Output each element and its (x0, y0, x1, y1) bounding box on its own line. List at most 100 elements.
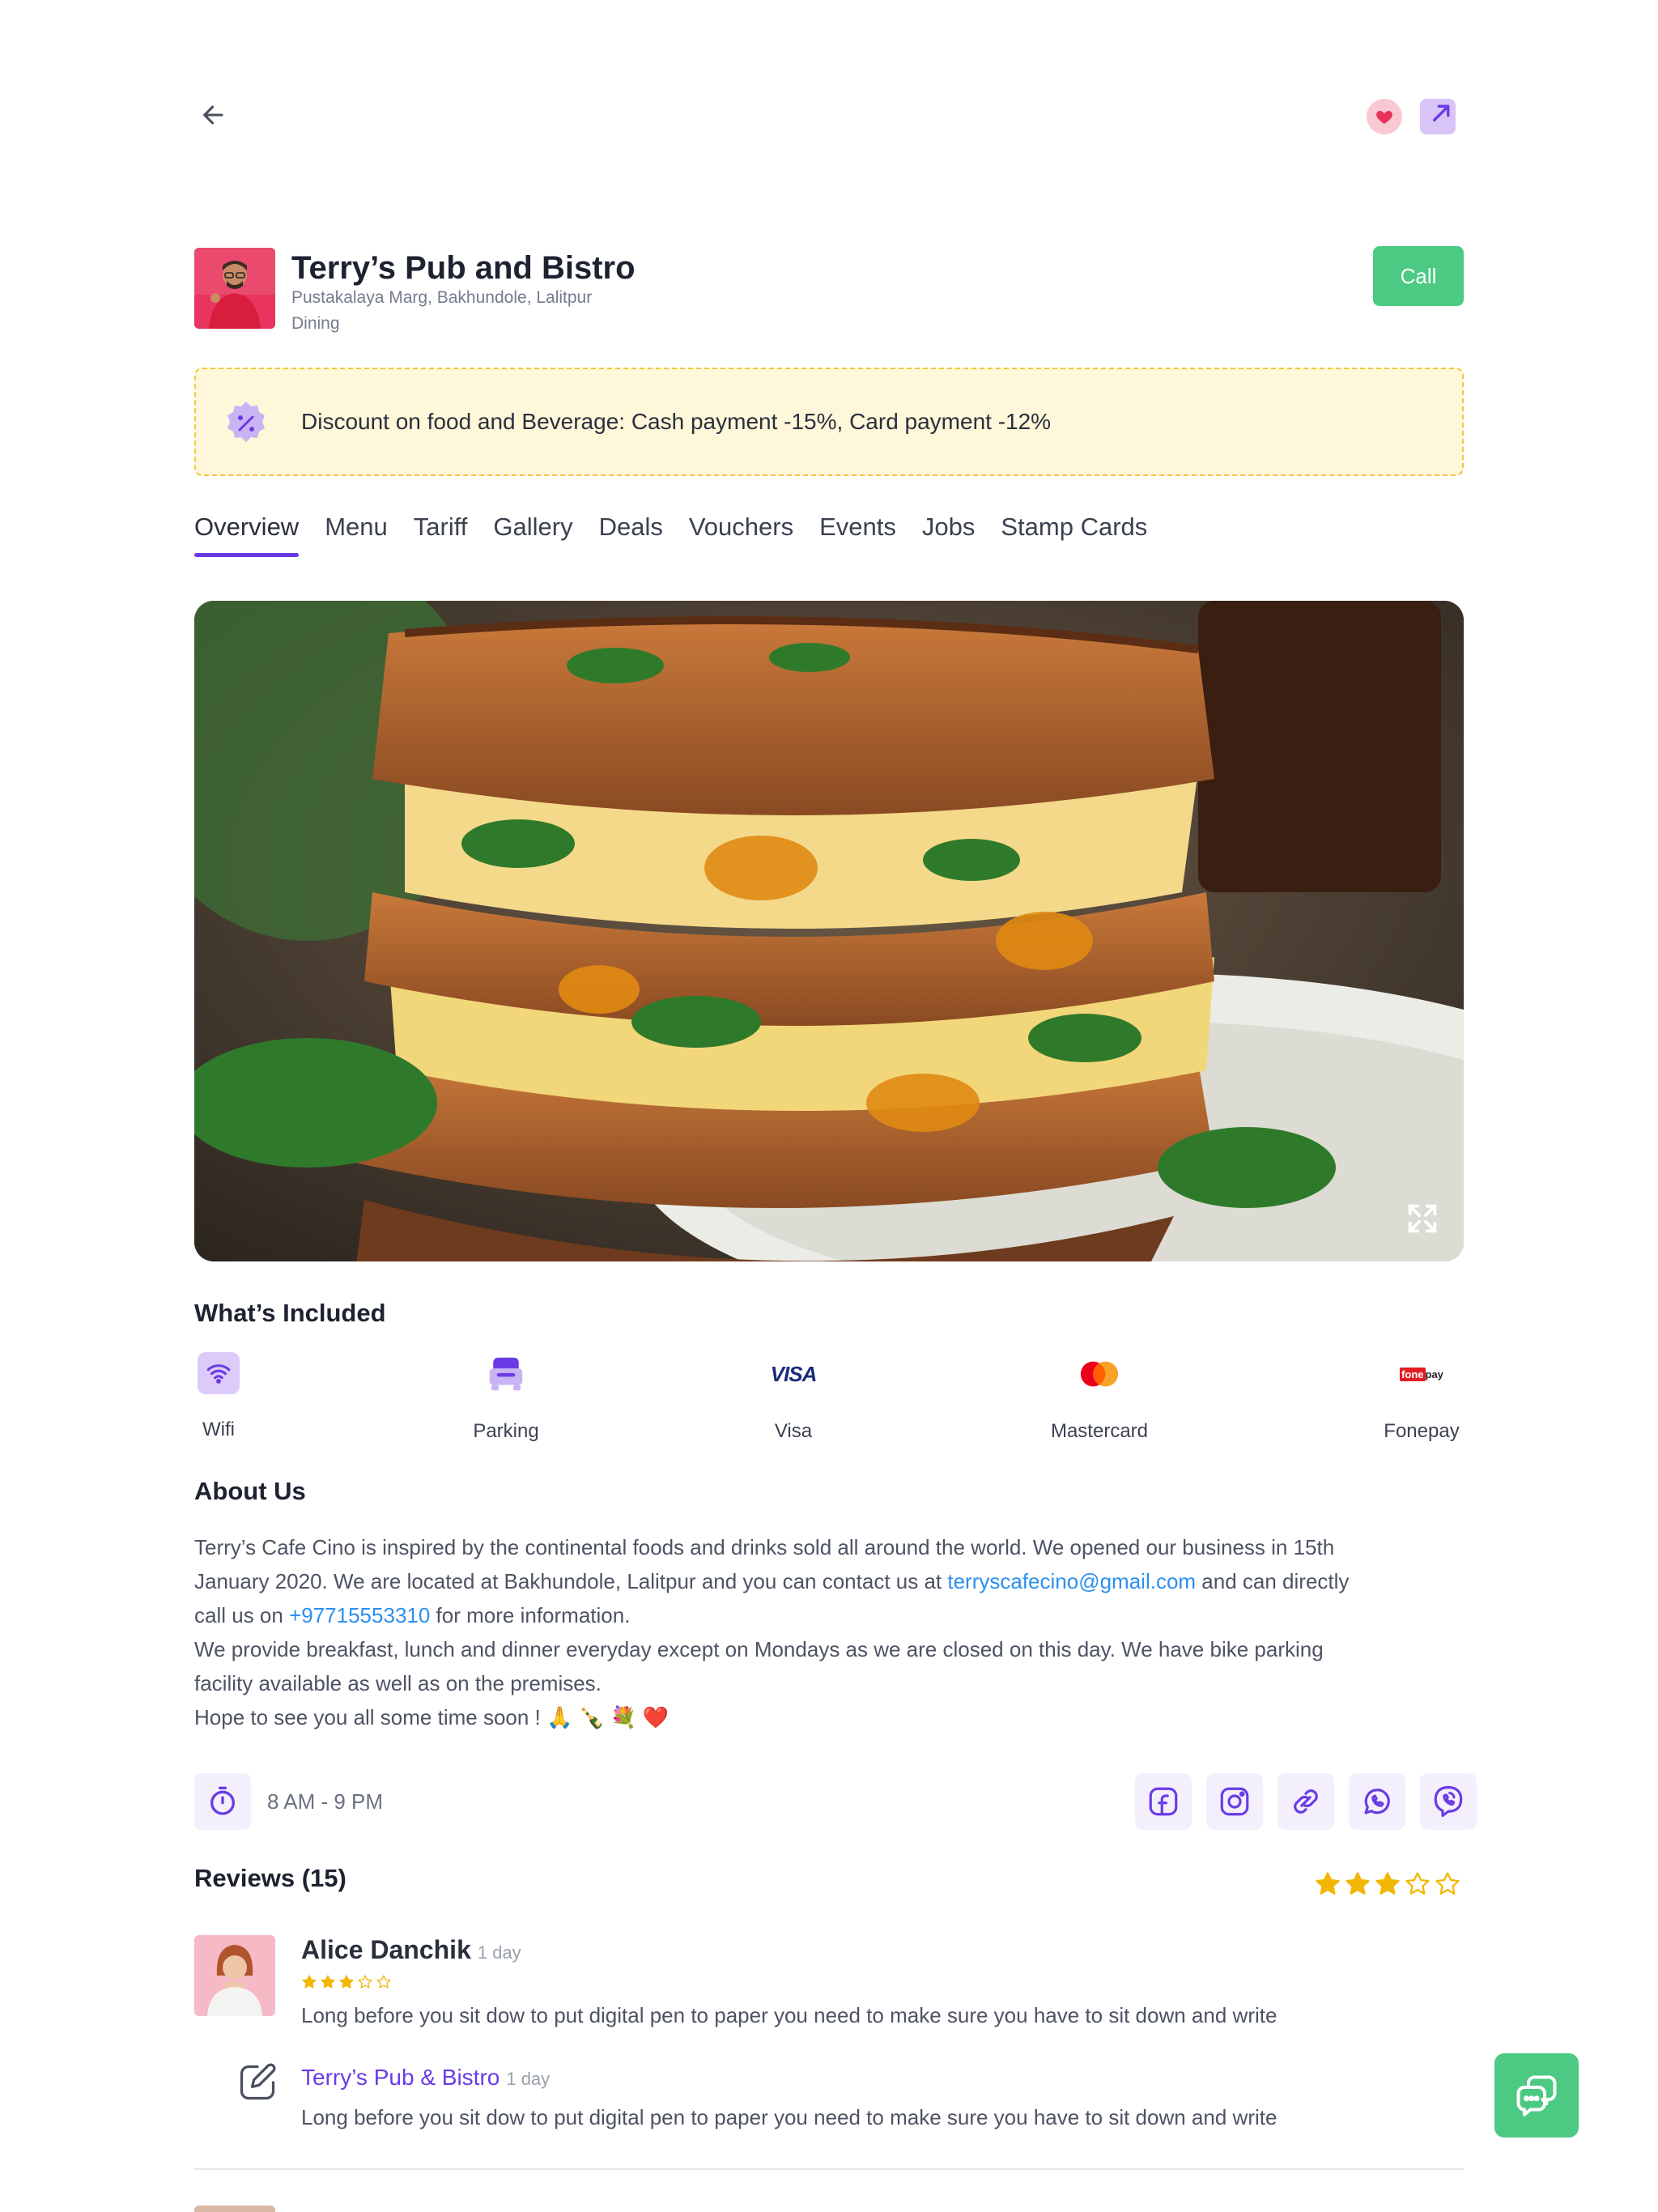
social-links (1120, 1773, 1477, 1830)
visa-logo: VISA (770, 1352, 818, 1396)
about-text-span: and can directly (1196, 1569, 1350, 1593)
amenity-wifi: Wifi (138, 1352, 300, 1441)
chat-bubbles-icon (1516, 2075, 1557, 2116)
review-rating (301, 1974, 394, 1990)
back-button[interactable] (194, 96, 233, 134)
amenity-label: Wifi (202, 1419, 235, 1440)
instagram-button[interactable] (1206, 1773, 1263, 1830)
included-title: What’s Included (194, 1299, 386, 1327)
reviewer-name-text: Alice Danchik (301, 1935, 471, 1964)
review-time: 1 day (477, 1942, 521, 1963)
tab-events[interactable]: Events (819, 505, 896, 557)
whatsapp-button[interactable] (1349, 1773, 1405, 1830)
about-line: Hope to see you all some time soon ! 🙏 🍾… (194, 1705, 670, 1729)
top-bar (0, 0, 1658, 162)
tab-menu[interactable]: Menu (325, 505, 388, 557)
about-text-span: call us on (194, 1603, 290, 1627)
reviews-header: Reviews (15) (194, 1864, 1464, 1901)
star-filled-icon (339, 1975, 354, 1989)
discount-badge-icon (227, 402, 265, 442)
tab-vouchers[interactable]: Vouchers (689, 505, 793, 557)
tab-jobs[interactable]: Jobs (922, 505, 975, 557)
opening-hours: 8 AM - 9 PM (194, 1773, 383, 1830)
star-filled-icon (1316, 1872, 1340, 1895)
reply-edit-icon (240, 2063, 276, 2100)
amenity-visa: VISA Visa (712, 1352, 874, 1443)
about-line: call us on +97715553310 for more informa… (194, 1598, 1464, 1632)
business-avatar (194, 248, 275, 329)
tab-gallery[interactable]: Gallery (493, 505, 572, 557)
reply-author-text: Terry’s Pub & Bistro (301, 2065, 500, 2090)
about-line: facility available as well as on the pre… (194, 1671, 602, 1695)
about-text-span: January 2020. We are located at Bakhundo… (194, 1569, 948, 1593)
stopwatch-icon (194, 1773, 251, 1830)
tab-overview[interactable]: Overview (194, 505, 300, 557)
amenity-label: Visa (774, 1420, 813, 1442)
amenities-list: Wifi Parking VISA Visa Mastercard fone pa… (194, 1352, 1464, 1449)
review-text: Long before you sit dow to put digital p… (301, 2003, 1278, 2027)
star-filled-icon (321, 1975, 335, 1989)
share-button[interactable] (1420, 99, 1456, 134)
discount-banner: Discount on food and Beverage: Cash paym… (194, 368, 1464, 476)
wifi-icon (198, 1352, 240, 1394)
about-text-span: for more information. (430, 1603, 631, 1627)
tab-stamp-cards[interactable]: Stamp Cards (1001, 505, 1147, 557)
chat-button[interactable] (1494, 2053, 1579, 2138)
about-line: We provide breakfast, lunch and dinner e… (194, 1637, 1324, 1661)
star-filled-icon (302, 1975, 317, 1989)
reply-text: Long before you sit dow to put digital p… (301, 2105, 1278, 2129)
star-empty-icon (358, 1975, 372, 1989)
reply-time: 1 day (506, 2069, 551, 2089)
amenity-label: Fonepay (1384, 1420, 1460, 1442)
overall-rating (1314, 1870, 1464, 1898)
business-address: Pustakalaya Marg, Bakhundole, Lalitpur (291, 288, 593, 307)
viber-icon (1434, 1785, 1463, 1818)
amenity-parking: Parking (425, 1352, 587, 1443)
call-button[interactable]: Call (1373, 246, 1464, 306)
facebook-icon (1149, 1787, 1178, 1816)
arrow-left-icon (203, 105, 223, 125)
instagram-icon (1220, 1787, 1249, 1816)
review-divider (194, 2168, 1464, 2170)
hours-text: 8 AM - 9 PM (267, 1789, 384, 1814)
reviewer-avatar (194, 1935, 275, 2016)
amenity-mastercard: Mastercard (1018, 1352, 1180, 1443)
amenity-label: Mastercard (1050, 1420, 1149, 1442)
star-empty-icon (1405, 1872, 1430, 1895)
star-empty-icon (376, 1975, 391, 1989)
phone-link[interactable]: +97715553310 (289, 1603, 430, 1627)
fonepay-logo: fone pay (1400, 1352, 1443, 1396)
favorite-button[interactable] (1367, 99, 1402, 134)
heart-icon (1376, 111, 1392, 124)
about-line: Terry’s Cafe Cino is inspired by the con… (194, 1535, 1335, 1559)
fonepay-logo-fone: fone (1400, 1367, 1426, 1381)
viber-button[interactable] (1420, 1773, 1477, 1830)
link-icon (1294, 1789, 1318, 1814)
tab-tariff[interactable]: Tariff (414, 505, 468, 557)
reviews-title: Reviews (15) (194, 1864, 346, 1892)
facebook-button[interactable] (1135, 1773, 1192, 1830)
fonepay-logo-pay: pay (1425, 1368, 1443, 1380)
amenity-fonepay: fone pay Fonepay (1341, 1352, 1503, 1443)
external-link-icon (1433, 104, 1450, 121)
star-filled-icon (1346, 1872, 1370, 1895)
reply-author[interactable]: Terry’s Pub & Bistro 1 day (301, 2065, 550, 2091)
discount-text: Discount on food and Beverage: Cash paym… (301, 409, 1052, 434)
about-title: About Us (194, 1477, 306, 1505)
next-reviewer-avatar (194, 2206, 275, 2212)
mastercard-logo (1078, 1352, 1121, 1396)
about-line: January 2020. We are located at Bakhundo… (194, 1564, 1464, 1598)
about-text: Terry’s Cafe Cino is inspired by the con… (194, 1530, 1464, 1734)
business-title: Terry’s Pub and Bistro (291, 250, 636, 286)
link-button[interactable] (1278, 1773, 1334, 1830)
star-empty-icon (1435, 1872, 1460, 1895)
business-category: Dining (291, 314, 340, 333)
tab-deals[interactable]: Deals (599, 505, 663, 557)
hero-image[interactable] (194, 601, 1464, 1261)
visa-logo-text: VISA (770, 1361, 818, 1386)
reviewer-name: Alice Danchik 1 day (301, 1935, 521, 1965)
business-header: Terry’s Pub and Bistro Pustakalaya Marg,… (194, 248, 1464, 333)
email-link[interactable]: terryscafecino@gmail.com (947, 1569, 1196, 1593)
expand-icon[interactable] (1404, 1200, 1441, 1237)
tab-bar: Overview Menu Tariff Gallery Deals Vouch… (194, 505, 1464, 557)
